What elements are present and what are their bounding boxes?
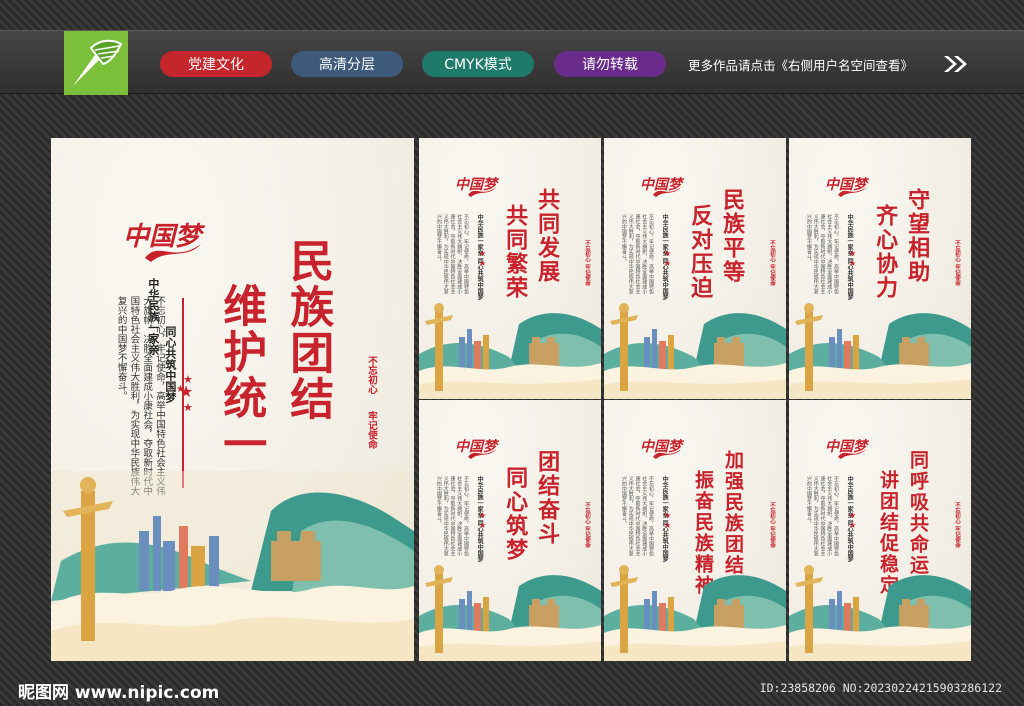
poster-title-a: 守望相助 — [904, 188, 931, 284]
top-note[interactable]: 更多作品请点击《右侧用户名空间查看》 — [688, 55, 913, 74]
tag-label: 请勿转载 — [582, 57, 638, 73]
landscape-illustration — [51, 471, 414, 661]
small-poster: 中国梦 共同发展 共同繁荣 中华民族一家亲 同心共筑中国梦 不忘初心，牢记使命，… — [419, 138, 601, 399]
star-icon: ★ — [849, 259, 857, 268]
poster-stamp: 不忘初心 牢记使命 — [584, 240, 590, 286]
star-icon: ★ — [664, 259, 672, 268]
tag-no-repost[interactable]: 请勿转载 — [554, 51, 666, 77]
ribbon-icon — [653, 449, 681, 459]
small-poster: 中国梦 加强民族团结 振奋民族精神 中华民族一家亲 同心共筑中国梦 不忘初心，牢… — [604, 400, 786, 661]
small-poster: 中国梦 民族平等 反对压迫 中华民族一家亲 同心共筑中国梦 不忘初心，牢记使命，… — [604, 138, 786, 399]
poster-title-b: 同心筑梦 — [502, 466, 529, 562]
main-title-line1: 民族团结 — [282, 238, 334, 422]
ribbon-icon — [838, 187, 866, 197]
ribbon-icon — [838, 449, 866, 459]
star-icon: ★ — [664, 249, 672, 258]
poster-title-b: 齐心协力 — [872, 204, 899, 300]
star-icon: ★ — [849, 249, 857, 258]
poster-title-a: 民族平等 — [719, 188, 746, 284]
poster-title-a: 加强民族团结 — [721, 450, 744, 576]
small-poster: 中国梦 同呼吸共命运 讲团结促稳定 中华民族一家亲 同心共筑中国梦 不忘初心，牢… — [789, 400, 971, 661]
poster-body-text: 不忘初心，牢记使命，高举中国特色社会主义伟大旗帜，决胜全面建成小康社会，夺取新时… — [436, 214, 469, 294]
body-text: 不忘初心，牢记使命，高举中国特色社会主义伟大旗帜，决胜全面建成小康社会，夺取新时… — [115, 296, 165, 496]
double-chevron-right-icon[interactable] — [942, 54, 970, 78]
landscape-illustration — [789, 565, 971, 661]
star-icon: ★ — [664, 511, 672, 520]
star-icon: ★ — [479, 511, 487, 520]
poster-stamp: 不忘初心 牢记使命 — [769, 240, 775, 286]
site-watermark: 昵图网 www.nipic.com — [18, 683, 220, 703]
star-icon: ★ — [176, 384, 185, 395]
tag-party-culture[interactable]: 党建文化 — [160, 51, 272, 77]
ribbon-icon — [468, 187, 496, 197]
poster-stamp: 不忘初心 牢记使命 — [769, 502, 775, 548]
landscape-illustration — [419, 303, 601, 399]
star-icon: ★ — [479, 259, 487, 268]
tag-label: 高清分层 — [319, 57, 375, 73]
ribbon-icon — [468, 449, 496, 459]
star-icon: ★ — [479, 249, 487, 258]
star-icon: ★ — [849, 521, 857, 530]
poster-title-a: 共同发展 — [534, 188, 561, 284]
poster-body-text: 不忘初心，牢记使命，高举中国特色社会主义伟大旗帜，决胜全面建成小康社会，夺取新时… — [436, 476, 469, 556]
landscape-illustration — [604, 565, 786, 661]
poster-body-text: 不忘初心，牢记使命，高举中国特色社会主义伟大旗帜，决胜全面建成小康社会，夺取新时… — [621, 476, 654, 556]
poster-title-a: 同呼吸共命运 — [906, 450, 929, 576]
poster-stamp: 不忘初心 牢记使命 — [954, 502, 960, 548]
poster-body-text: 不忘初心，牢记使命，高举中国特色社会主义伟大旗帜，决胜全面建成小康社会，夺取新时… — [621, 214, 654, 294]
small-poster: 中国梦 守望相助 齐心协力 中华民族一家亲 同心共筑中国梦 不忘初心，牢记使命，… — [789, 138, 971, 399]
small-poster: 中国梦 团结奋斗 同心筑梦 中华民族一家亲 同心共筑中国梦 不忘初心，牢记使命，… — [419, 400, 601, 661]
poster-title-a: 团结奋斗 — [534, 450, 561, 546]
tag-hd-layers[interactable]: 高清分层 — [291, 51, 403, 77]
stamp-a: 不忘初心 — [366, 356, 377, 394]
landscape-illustration — [789, 303, 971, 399]
tag-label: CMYK模式 — [444, 57, 512, 73]
ribbon-icon — [145, 244, 201, 262]
poster-stamp: 不忘初心 牢记使命 — [954, 240, 960, 286]
star-icon: ★ — [183, 401, 193, 414]
star-icon: ★ — [479, 521, 487, 530]
poster-stamp: 不忘初心 牢记使命 — [584, 502, 590, 548]
main-poster: 中国梦 民族团结 维护统一 中华民族一家亲 同心共筑中国梦 不忘初心，牢记使命，… — [51, 138, 414, 661]
poster-title-b: 反对压迫 — [687, 204, 714, 300]
ribbon-icon — [653, 187, 681, 197]
tag-label: 党建文化 — [188, 57, 244, 73]
landscape-illustration — [604, 303, 786, 399]
landscape-illustration — [419, 565, 601, 661]
poster-title-b: 共同繁荣 — [502, 204, 529, 300]
tag-cmyk[interactable]: CMYK模式 — [422, 51, 534, 77]
image-id: ID:23858206 NO:20230224215903286122 — [759, 681, 1002, 695]
pen-nib-icon[interactable] — [64, 31, 128, 95]
main-title-line2: 维护统一 — [215, 283, 267, 467]
star-icon: ★ — [849, 511, 857, 520]
poster-body-text: 不忘初心，牢记使命，高举中国特色社会主义伟大旗帜，决胜全面建成小康社会，夺取新时… — [806, 476, 839, 556]
star-icon: ★ — [664, 521, 672, 530]
stamp-b: 牢记使命 — [366, 411, 377, 449]
poster-body-text: 不忘初心，牢记使命，高举中国特色社会主义伟大旗帜，决胜全面建成小康社会，夺取新时… — [806, 214, 839, 294]
